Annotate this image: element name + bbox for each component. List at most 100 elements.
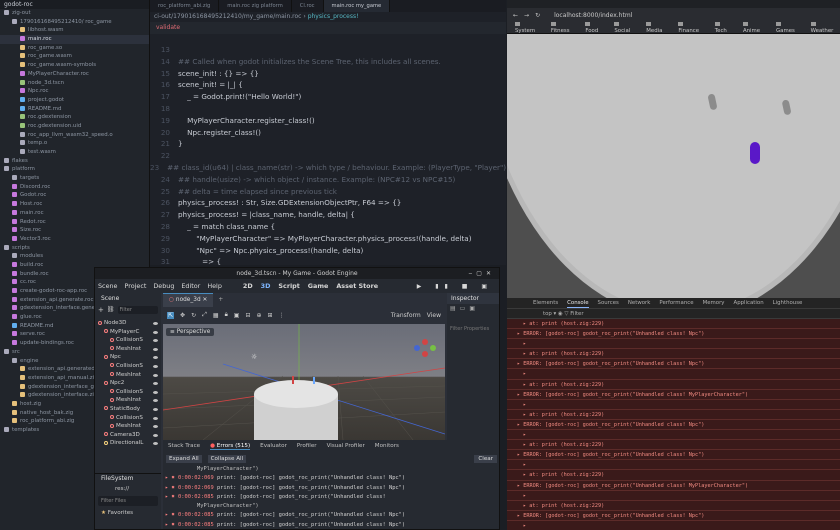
- console-message[interactable]: ▸: [507, 460, 840, 471]
- visibility-eye-icon[interactable]: [153, 399, 158, 403]
- rotate-tool-icon[interactable]: ↻: [191, 312, 196, 319]
- console-message[interactable]: ▸: [507, 520, 840, 530]
- bookmark-folder[interactable]: Finance: [678, 22, 705, 34]
- devtools-tab[interactable]: Lighthouse: [773, 298, 803, 308]
- menu-item[interactable]: Project: [124, 282, 146, 290]
- visibility-eye-icon[interactable]: [153, 442, 158, 446]
- error-entry[interactable]: ▸ ✖ 0:00:02:085 print: [godot-roc] godot…: [165, 521, 499, 529]
- console-message[interactable]: ▸ ERROR: [godot-roc] godot_roc_print("Un…: [507, 329, 840, 340]
- load-resource-icon[interactable]: ▭: [460, 304, 466, 314]
- error-entry[interactable]: MyPlayerCharacter"): [165, 502, 499, 511]
- perspective-button[interactable]: ≡ Perspective: [166, 328, 215, 336]
- scene-node[interactable]: Npc2: [95, 379, 161, 388]
- file-tree-item[interactable]: Size.roc: [0, 226, 149, 235]
- filter-properties-input[interactable]: Filter Properties: [450, 324, 498, 334]
- bookmark-folder[interactable]: Games: [776, 22, 802, 34]
- more-icon[interactable]: ⋮: [279, 312, 285, 319]
- bookmark-folder[interactable]: Weather: [811, 22, 840, 34]
- file-tree-item[interactable]: roc_game.wasm: [0, 52, 149, 61]
- devtools-tab[interactable]: Performance: [659, 298, 693, 308]
- menu-item[interactable]: Help: [207, 282, 222, 290]
- move-tool-icon[interactable]: ✥: [180, 312, 185, 319]
- axis-gizmo-z[interactable]: [414, 345, 420, 351]
- editor-tab[interactable]: roc_platform_abi.zig: [150, 0, 220, 12]
- file-tree-item[interactable]: Godot.roc: [0, 191, 149, 200]
- file-tree-item[interactable]: modules: [0, 252, 149, 261]
- console-message[interactable]: ▸ at: print (host.zig:229): [507, 409, 840, 420]
- error-entry[interactable]: ▸ ✖ 0:00:02:069 print: [godot-roc] godot…: [165, 474, 499, 483]
- bookmark-folder[interactable]: Social: [614, 22, 637, 34]
- workspace-button[interactable]: Script: [278, 282, 299, 290]
- lock-icon[interactable]: 🔒︎: [225, 311, 228, 319]
- console-message[interactable]: ▸ at: print (host.zig:229): [507, 470, 840, 481]
- bookmark-folder[interactable]: Anime: [743, 22, 767, 34]
- bookmark-folder[interactable]: System: [515, 22, 542, 34]
- bookmark-folder[interactable]: Media: [646, 22, 669, 34]
- file-tree-item[interactable]: flakes: [0, 157, 149, 166]
- select-tool-icon[interactable]: ⇱: [167, 311, 175, 319]
- debugger-tab[interactable]: Stack Trace: [168, 443, 200, 449]
- axis-gizmo-neg[interactable]: [422, 351, 428, 357]
- favorites-folder[interactable]: ★ Favorites: [95, 508, 161, 518]
- breadcrumb-symbol[interactable]: physics_process!: [308, 13, 359, 20]
- file-tree-item[interactable]: roc_game.so: [0, 44, 149, 53]
- scene-node[interactable]: Npc: [95, 353, 161, 362]
- file-tree-item[interactable]: roc.gdextension.uid: [0, 122, 149, 131]
- snap-icon[interactable]: ⊞: [268, 312, 273, 319]
- error-entry[interactable]: MyPlayerCharacter"): [165, 465, 499, 474]
- workspace-button[interactable]: 2D: [243, 282, 253, 290]
- file-tree-item[interactable]: targets: [0, 174, 149, 183]
- console-message[interactable]: ▸ at: print (host.zig:229): [507, 319, 840, 330]
- file-tree-item[interactable]: main.roc: [0, 209, 149, 218]
- reload-icon[interactable]: ↻: [535, 12, 540, 19]
- 3d-viewport[interactable]: ☼ ≡ Perspective: [163, 324, 445, 440]
- transform-menu[interactable]: Transform: [391, 312, 421, 319]
- window-controls[interactable]: ‒▢✕: [468, 268, 495, 279]
- menu-item[interactable]: Scene: [98, 282, 117, 290]
- scene-node[interactable]: Node3D: [95, 319, 161, 328]
- inspector-tab[interactable]: Inspector: [447, 293, 499, 304]
- webgl-viewport[interactable]: [507, 34, 840, 298]
- scene-node[interactable]: MeshInst: [95, 371, 161, 380]
- debugger-tab[interactable]: Evaluator: [260, 443, 287, 449]
- scale-tool-icon[interactable]: ⤢: [202, 311, 207, 319]
- file-tree-item[interactable]: Redot.roc: [0, 218, 149, 227]
- ruler-icon[interactable]: ⊟: [245, 312, 250, 319]
- devtools-tab[interactable]: Elements: [533, 298, 558, 308]
- file-tree-item[interactable]: zig-out: [0, 9, 149, 18]
- local-space-icon[interactable]: ⊕: [256, 312, 261, 319]
- editor-tab[interactable]: main.roc my_game: [323, 0, 391, 12]
- code-area[interactable]: 13 14 ## Called when godot initializes the…: [150, 44, 506, 265]
- scene-node[interactable]: CollisionS: [95, 414, 161, 423]
- scene-node[interactable]: CollisionS: [95, 336, 161, 345]
- group-icon[interactable]: ▣: [234, 312, 240, 319]
- visibility-eye-icon[interactable]: [153, 425, 158, 429]
- visibility-eye-icon[interactable]: [153, 356, 158, 360]
- axis-gizmo-x[interactable]: [422, 339, 428, 345]
- file-tree-item[interactable]: scripts: [0, 244, 149, 253]
- collapse-all-button[interactable]: Collapse All: [207, 454, 247, 463]
- bookmark-folder[interactable]: Fitness: [551, 22, 576, 34]
- workspace-button[interactable]: Asset Store: [336, 282, 378, 290]
- tab-scene[interactable]: Scene: [101, 293, 119, 304]
- scene-node[interactable]: DirectionalL: [95, 439, 161, 448]
- console-toolbar[interactable]: top ▾ ◉ ▽ Filter: [507, 309, 840, 319]
- back-icon[interactable]: ←: [513, 12, 518, 19]
- clear-button[interactable]: Clear: [474, 454, 497, 463]
- scene-node[interactable]: Camera3D: [95, 431, 161, 440]
- debugger-tab[interactable]: Profiler: [297, 443, 317, 449]
- address-bar[interactable]: ← → ↻ localhost:8000/index.html: [507, 8, 840, 22]
- file-tree-item[interactable]: Npc.roc: [0, 87, 149, 96]
- workspace-button[interactable]: Game: [308, 282, 329, 290]
- scene-node[interactable]: MeshInst: [95, 345, 161, 354]
- console-message[interactable]: ▸ ERROR: [godot-roc] godot_roc_print("Un…: [507, 480, 840, 491]
- visibility-eye-icon[interactable]: [153, 364, 158, 368]
- bookmark-folder[interactable]: Food: [585, 22, 605, 34]
- file-tree-item[interactable]: roc.gdextension: [0, 113, 149, 122]
- scene-node[interactable]: CollisionS: [95, 362, 161, 371]
- scene-node[interactable]: CollisionS: [95, 388, 161, 397]
- debugger-tab[interactable]: ● Errors (515): [210, 443, 251, 450]
- file-tree-item[interactable]: main.roc: [0, 35, 149, 44]
- url-text[interactable]: localhost:8000/index.html: [554, 12, 632, 19]
- file-tree-item[interactable]: README.md: [0, 105, 149, 114]
